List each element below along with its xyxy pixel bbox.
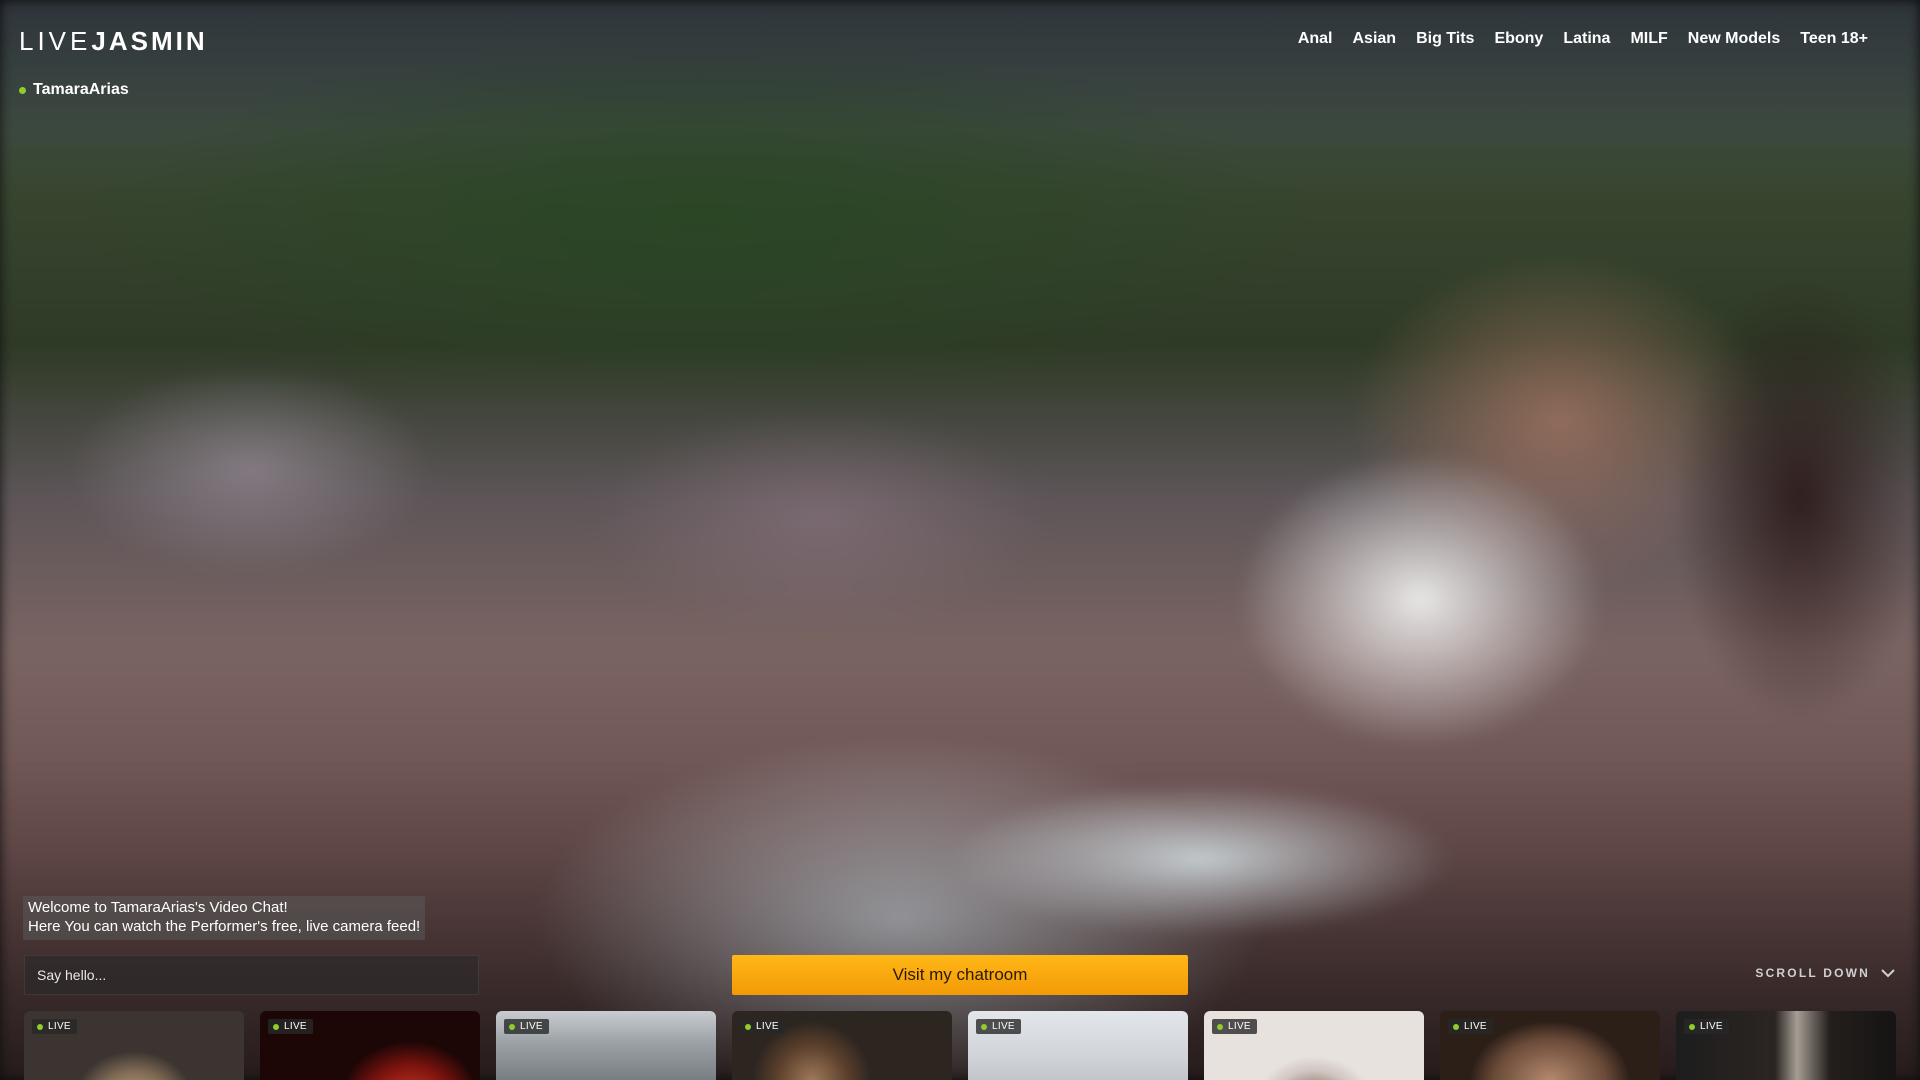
performer-thumbnail[interactable]: LIVE <box>1440 1011 1660 1080</box>
live-dot <box>1217 1023 1223 1030</box>
live-dot <box>745 1023 751 1030</box>
live-dot <box>273 1023 279 1030</box>
scroll-down-button[interactable]: SCROLL DOWN <box>1755 966 1896 980</box>
logo-light-text: LIVE <box>19 26 92 56</box>
live-badge-text: LIVE <box>284 1021 307 1032</box>
live-dot <box>1689 1023 1695 1030</box>
nav-item-ebony[interactable]: Ebony <box>1494 30 1543 48</box>
site-logo[interactable]: LIVEJASMIN <box>19 26 208 57</box>
live-badge: LIVE <box>1212 1019 1257 1034</box>
live-badge: LIVE <box>976 1019 1021 1034</box>
performer-thumbnail[interactable]: LIVE <box>1676 1011 1896 1080</box>
live-badge: LIVE <box>32 1019 77 1034</box>
live-dot <box>1453 1023 1459 1030</box>
nav-item-asian[interactable]: Asian <box>1352 30 1396 48</box>
live-dot <box>37 1023 43 1030</box>
live-badge: LIVE <box>268 1019 313 1034</box>
nav-item-big-tits[interactable]: Big Tits <box>1416 30 1474 48</box>
live-badge: LIVE <box>504 1019 549 1034</box>
nav-item-anal[interactable]: Anal <box>1298 30 1333 48</box>
live-badge-text: LIVE <box>1464 1021 1487 1032</box>
nav-item-new-models[interactable]: New Models <box>1688 30 1780 48</box>
welcome-line-1: Welcome to TamaraArias's Video Chat! <box>28 899 288 916</box>
chat-input[interactable] <box>24 955 479 995</box>
nav-item-latina[interactable]: Latina <box>1563 30 1610 48</box>
live-dot <box>509 1023 515 1030</box>
logo-bold-text: JASMIN <box>91 26 208 56</box>
performer-thumbnail[interactable]: LIVE <box>1204 1011 1424 1080</box>
live-badge: LIVE <box>1684 1019 1729 1034</box>
welcome-message: Welcome to TamaraArias's Video Chat! Her… <box>23 896 426 940</box>
live-badge: LIVE <box>740 1019 785 1034</box>
performer-thumbnail[interactable]: LIVE <box>24 1011 244 1080</box>
live-badge-text: LIVE <box>992 1021 1015 1032</box>
nav-item-teen[interactable]: Teen 18+ <box>1800 30 1868 48</box>
chevron-down-icon <box>1881 969 1895 978</box>
welcome-line-2: Here You can watch the Performer's free,… <box>28 918 421 935</box>
performer-thumbnail[interactable]: LIVE <box>732 1011 952 1080</box>
category-nav: Anal Asian Big Tits Ebony Latina MILF Ne… <box>1298 30 1868 48</box>
live-badge-text: LIVE <box>1700 1021 1723 1032</box>
performer-header[interactable]: TamaraArias <box>19 81 129 99</box>
live-badge-text: LIVE <box>48 1021 71 1032</box>
visit-chatroom-button[interactable]: Visit my chatroom <box>732 955 1188 995</box>
scroll-down-label: SCROLL DOWN <box>1755 966 1870 980</box>
live-badge: LIVE <box>1448 1019 1493 1034</box>
performer-thumbnails: LIVE LIVE LIVE LIVE LIVE LIVE LIVE LIVE <box>24 1011 1896 1080</box>
performer-thumbnail[interactable]: LIVE <box>496 1011 716 1080</box>
nav-item-milf[interactable]: MILF <box>1630 30 1667 48</box>
performer-thumbnail[interactable]: LIVE <box>260 1011 480 1080</box>
performer-thumbnail[interactable]: LIVE <box>968 1011 1188 1080</box>
online-status-dot <box>19 86 26 94</box>
live-badge-text: LIVE <box>756 1021 779 1032</box>
live-badge-text: LIVE <box>520 1021 543 1032</box>
live-dot <box>981 1023 987 1030</box>
live-badge-text: LIVE <box>1228 1021 1251 1032</box>
performer-name: TamaraArias <box>33 81 129 98</box>
